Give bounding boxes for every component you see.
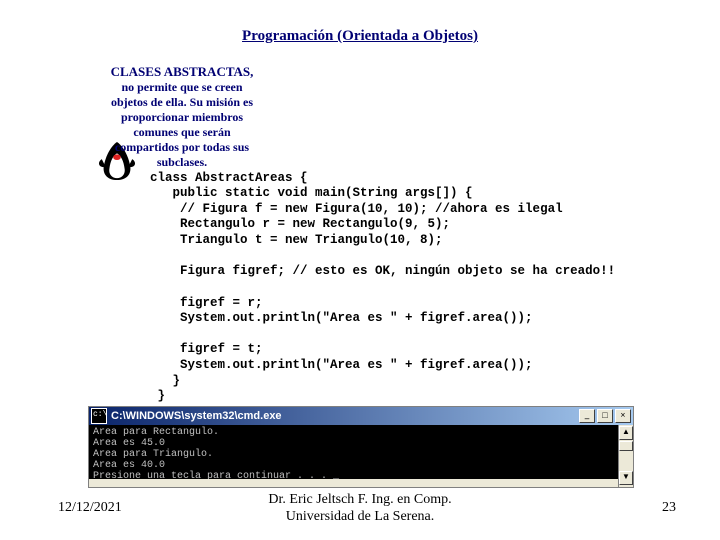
annotation-heading: CLASES ABSTRACTAS, xyxy=(111,64,254,79)
maximize-button[interactable]: □ xyxy=(597,409,613,423)
console-title: C:\WINDOWS\system32\cmd.exe xyxy=(111,410,579,422)
footer-affiliation: Universidad de La Serena. xyxy=(286,509,435,524)
footer-author: Dr. Eric Jeltsch F. Ing. en Comp. xyxy=(268,492,451,507)
footer-center: Dr. Eric Jeltsch F. Ing. en Comp. Univer… xyxy=(0,492,720,526)
scrollbar[interactable]: ▲ ▼ xyxy=(618,425,633,487)
scroll-thumb[interactable] xyxy=(619,441,633,451)
footer-page-number: 23 xyxy=(662,500,676,516)
scroll-down-button[interactable]: ▼ xyxy=(619,471,633,485)
slide-title: Programación (Orientada a Objetos) xyxy=(0,28,720,45)
console-titlebar: C:\WINDOWS\system32\cmd.exe _ □ × xyxy=(89,407,633,425)
cmd-icon xyxy=(91,408,107,424)
annotation-box: CLASES ABSTRACTAS, no permite que se cre… xyxy=(102,64,262,170)
close-button[interactable]: × xyxy=(615,409,631,423)
console-window: C:\WINDOWS\system32\cmd.exe _ □ × Area p… xyxy=(88,406,634,488)
annotation-body: no permite que se creen objetos de ella.… xyxy=(111,80,253,169)
scroll-up-button[interactable]: ▲ xyxy=(619,426,633,440)
code-block: class AbstractAreas { public static void… xyxy=(150,171,615,405)
console-output: Area para Rectangulo. Area es 45.0 Area … xyxy=(89,425,633,479)
window-buttons: _ □ × xyxy=(579,409,631,423)
slide: Programación (Orientada a Objetos) CLASE… xyxy=(0,0,720,540)
minimize-button[interactable]: _ xyxy=(579,409,595,423)
